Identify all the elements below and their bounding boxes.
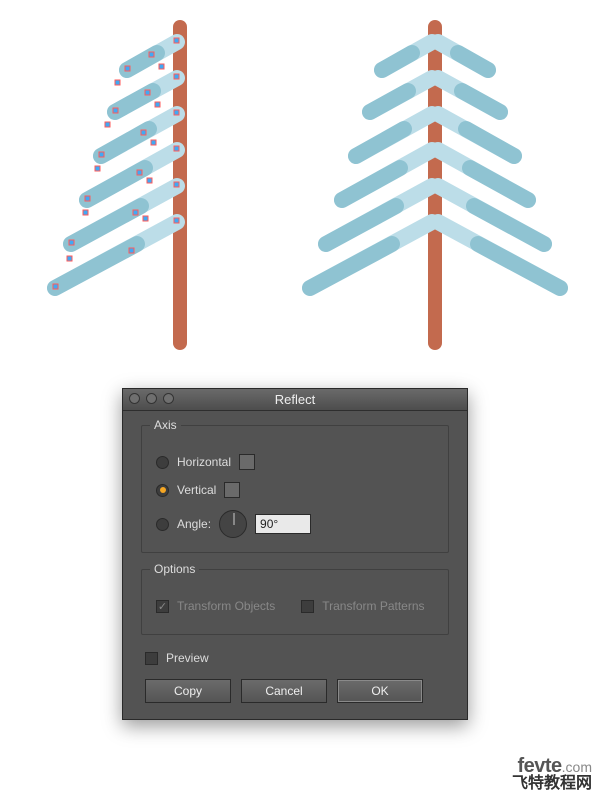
- transform-objects-label: Transform Objects: [177, 599, 275, 613]
- zoom-icon[interactable]: [163, 393, 174, 404]
- watermark-brand: fevte: [517, 755, 561, 777]
- radio-horizontal-label: Horizontal: [177, 455, 231, 469]
- dialog-buttons: Copy Cancel OK: [141, 679, 449, 703]
- axis-horizontal-row[interactable]: Horizontal: [156, 448, 434, 476]
- radio-angle-label: Angle:: [177, 517, 211, 531]
- angle-input[interactable]: [255, 514, 311, 534]
- transform-patterns-label: Transform Patterns: [322, 599, 424, 613]
- axis-angle-row[interactable]: Angle:: [156, 510, 434, 538]
- reflect-dialog: Reflect Axis Horizontal Vertical Angle:: [122, 388, 468, 720]
- window-controls[interactable]: [129, 393, 174, 404]
- radio-angle[interactable]: [156, 518, 169, 531]
- radio-vertical-label: Vertical: [177, 483, 216, 497]
- minimize-icon[interactable]: [146, 393, 157, 404]
- preview-row[interactable]: Preview: [145, 651, 449, 665]
- axis-group: Axis Horizontal Vertical Angle:: [141, 425, 449, 553]
- copy-button[interactable]: Copy: [145, 679, 231, 703]
- cancel-button[interactable]: Cancel: [241, 679, 327, 703]
- radio-vertical[interactable]: [156, 484, 169, 497]
- watermark-cn: 飞特教程网: [512, 776, 592, 792]
- close-icon[interactable]: [129, 393, 140, 404]
- axis-group-label: Axis: [150, 418, 181, 432]
- checkbox-transform-patterns[interactable]: [301, 600, 314, 613]
- ok-button[interactable]: OK: [337, 679, 423, 703]
- checkbox-preview[interactable]: [145, 652, 158, 665]
- horizontal-axis-icon: [239, 454, 255, 470]
- angle-knob[interactable]: [219, 510, 247, 538]
- axis-vertical-row[interactable]: Vertical: [156, 476, 434, 504]
- watermark: fevte.com 飞特教程网: [512, 756, 592, 792]
- dialog-title: Reflect: [275, 392, 315, 407]
- checkbox-transform-objects[interactable]: [156, 600, 169, 613]
- radio-horizontal[interactable]: [156, 456, 169, 469]
- illustration-canvas: [0, 0, 600, 380]
- vertical-axis-icon: [224, 482, 240, 498]
- dialog-titlebar[interactable]: Reflect: [123, 389, 467, 411]
- options-group-label: Options: [150, 562, 199, 576]
- watermark-domain: .com: [562, 759, 592, 775]
- preview-label: Preview: [166, 651, 209, 665]
- options-group: Options Transform Objects Transform Patt…: [141, 569, 449, 635]
